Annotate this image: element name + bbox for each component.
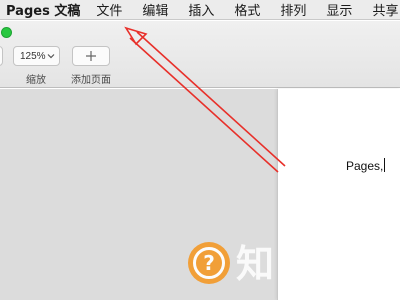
chevron-down-icon (47, 54, 55, 59)
window-toolbar: 125% 缩放 添加页面 (0, 21, 400, 88)
window-zoom-button[interactable] (1, 27, 12, 38)
zoom-dropdown[interactable]: 125% (13, 46, 60, 66)
menu-view[interactable]: 显示 (326, 0, 352, 19)
zoom-value: 125% (20, 50, 46, 62)
menu-file[interactable]: 文件 (96, 0, 122, 19)
document-text: Pages, (346, 159, 384, 173)
menu-format[interactable]: 格式 (234, 0, 260, 19)
text-cursor (384, 158, 386, 172)
menu-insert[interactable]: 插入 (188, 0, 214, 19)
toolbar-button-partial[interactable] (0, 46, 3, 66)
question-mark-icon: ? (188, 242, 230, 284)
menu-app-name[interactable]: Pages 文稿 (6, 0, 80, 19)
zoom-label: 缩放 (26, 75, 46, 86)
menu-edit[interactable]: 编辑 (142, 0, 168, 19)
add-page-label: 添加页面 (71, 75, 111, 86)
plus-icon (86, 51, 96, 61)
add-page-button[interactable] (72, 46, 110, 66)
document-body-text[interactable]: Pages, (346, 158, 386, 173)
menu-share[interactable]: 共享 (372, 0, 398, 19)
menu-bar: Pages 文稿 文件 编辑 插入 格式 排列 显示 共享 (0, 0, 400, 20)
menu-arrange[interactable]: 排列 (280, 0, 306, 19)
document-page[interactable]: Pages, (277, 89, 400, 300)
watermark-text: 知 (236, 242, 275, 286)
